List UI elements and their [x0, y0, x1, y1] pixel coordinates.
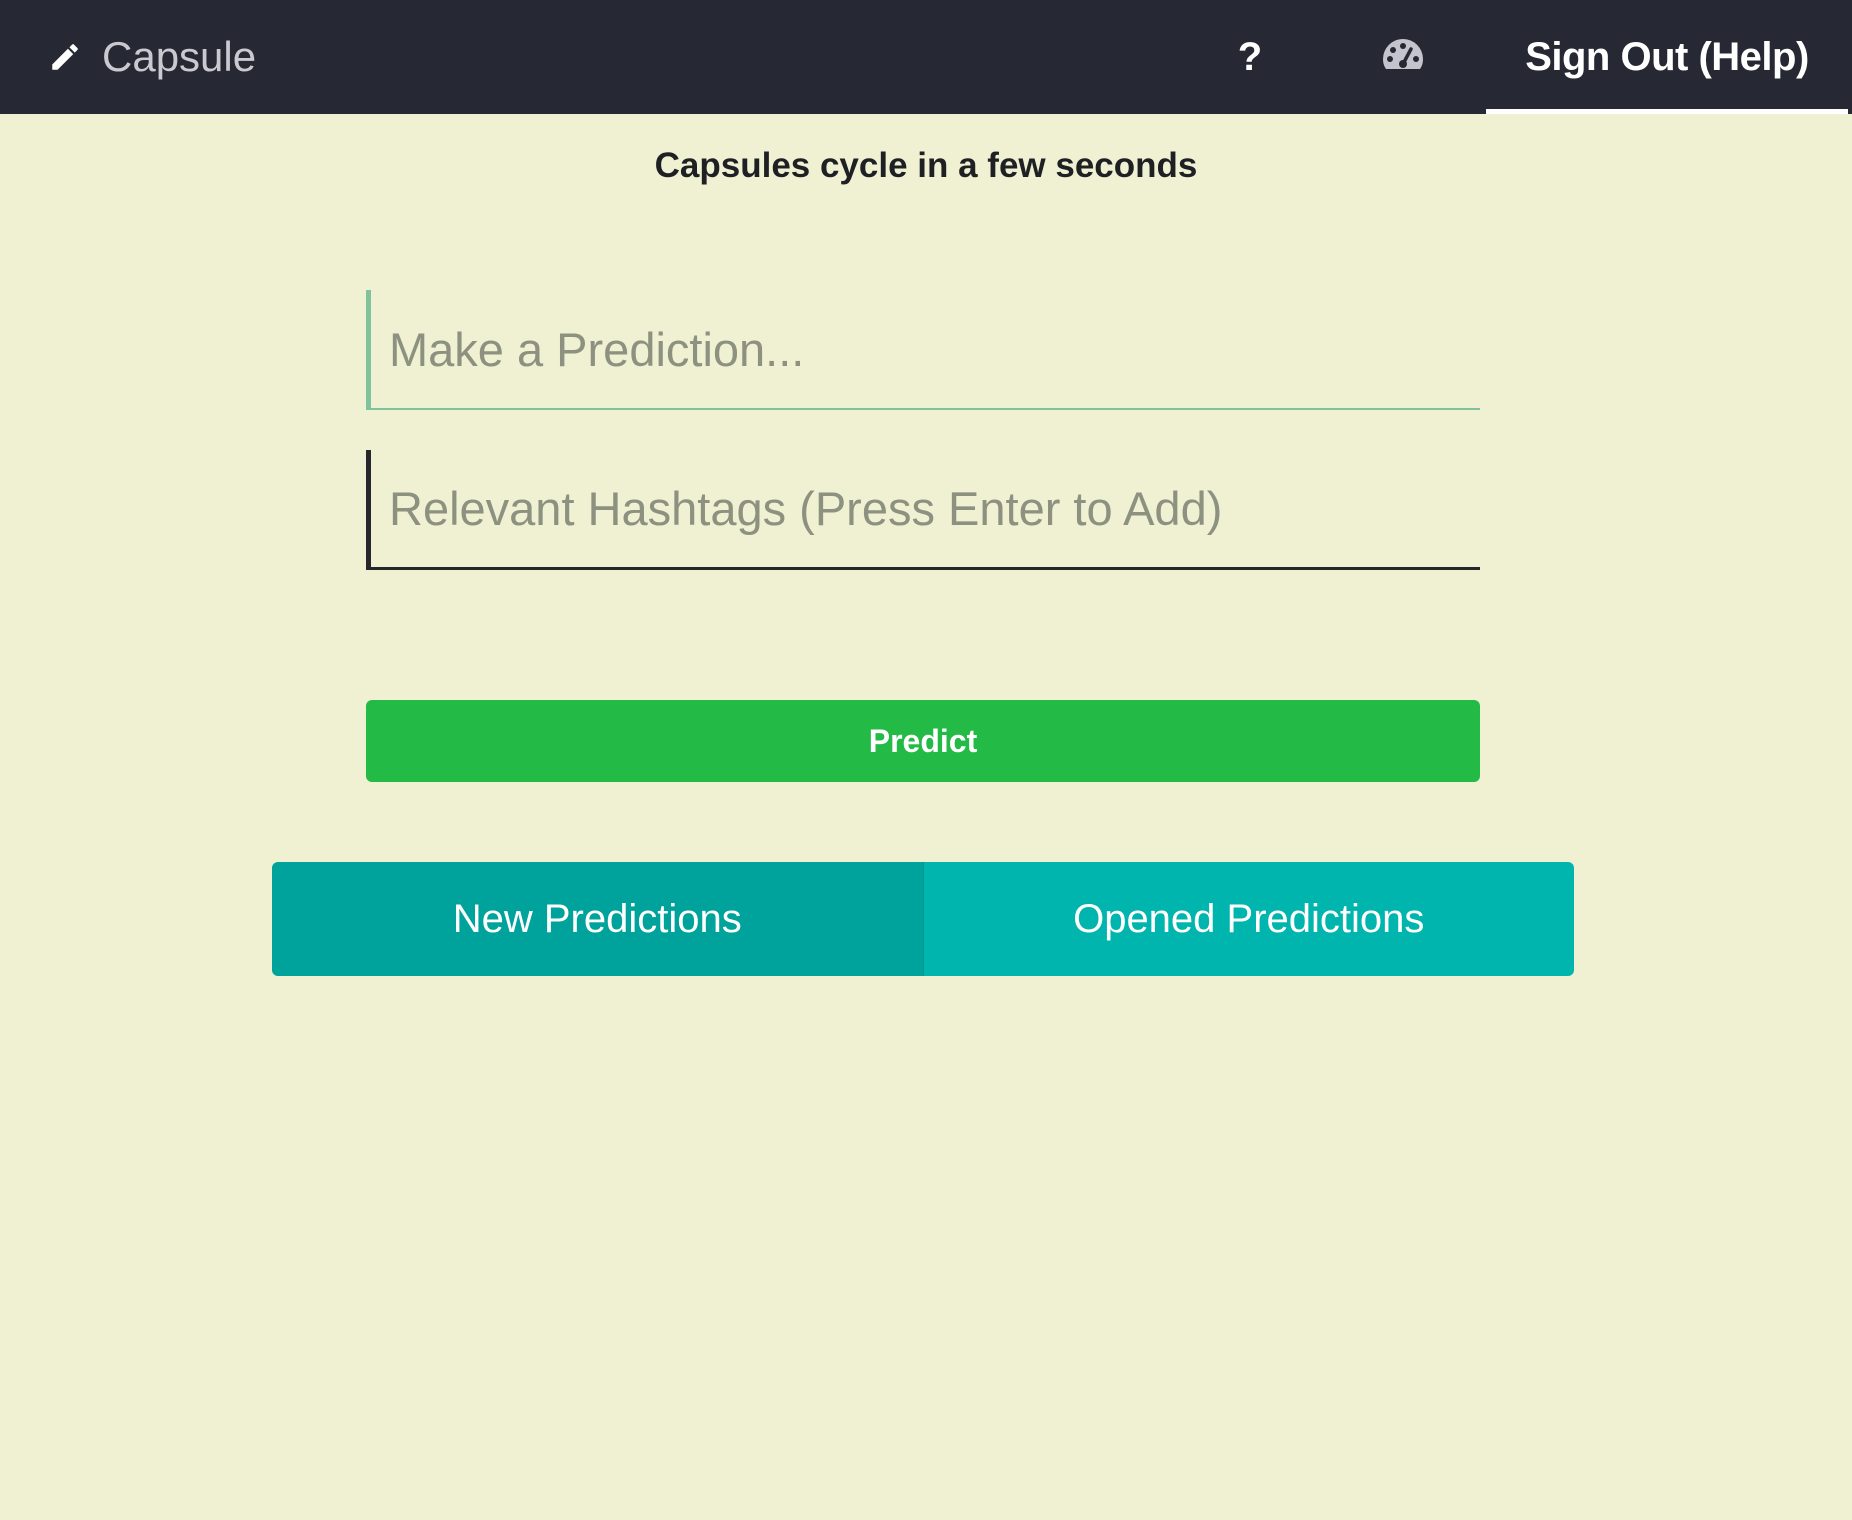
brand-name: Capsule — [102, 33, 257, 80]
dashboard-icon — [1381, 37, 1425, 78]
hashtags-input[interactable] — [366, 450, 1480, 570]
sign-out-link[interactable]: Sign Out (Help) — [1486, 0, 1848, 114]
predictions-tabs: New Predictions Opened Predictions — [272, 862, 1574, 976]
page-heading: Capsules cycle in a few seconds — [654, 146, 1198, 185]
predict-button[interactable]: Predict — [366, 700, 1480, 782]
pencil-icon — [48, 40, 82, 74]
help-button[interactable]: ? — [1220, 0, 1280, 114]
dashboard-button[interactable] — [1370, 0, 1436, 114]
top-navbar: Capsule ? Sign Out (Help) — [0, 0, 1852, 114]
brand-link[interactable]: Capsule — [48, 0, 256, 114]
prediction-input[interactable] — [366, 290, 1480, 410]
tab-new-predictions[interactable]: New Predictions — [272, 862, 924, 976]
sign-out-label: Sign Out (Help) — [1525, 34, 1809, 79]
tab-label: Opened Predictions — [1073, 896, 1425, 941]
tab-opened-predictions[interactable]: Opened Predictions — [923, 862, 1574, 976]
help-label: ? — [1237, 34, 1263, 79]
tab-label: New Predictions — [452, 896, 742, 941]
